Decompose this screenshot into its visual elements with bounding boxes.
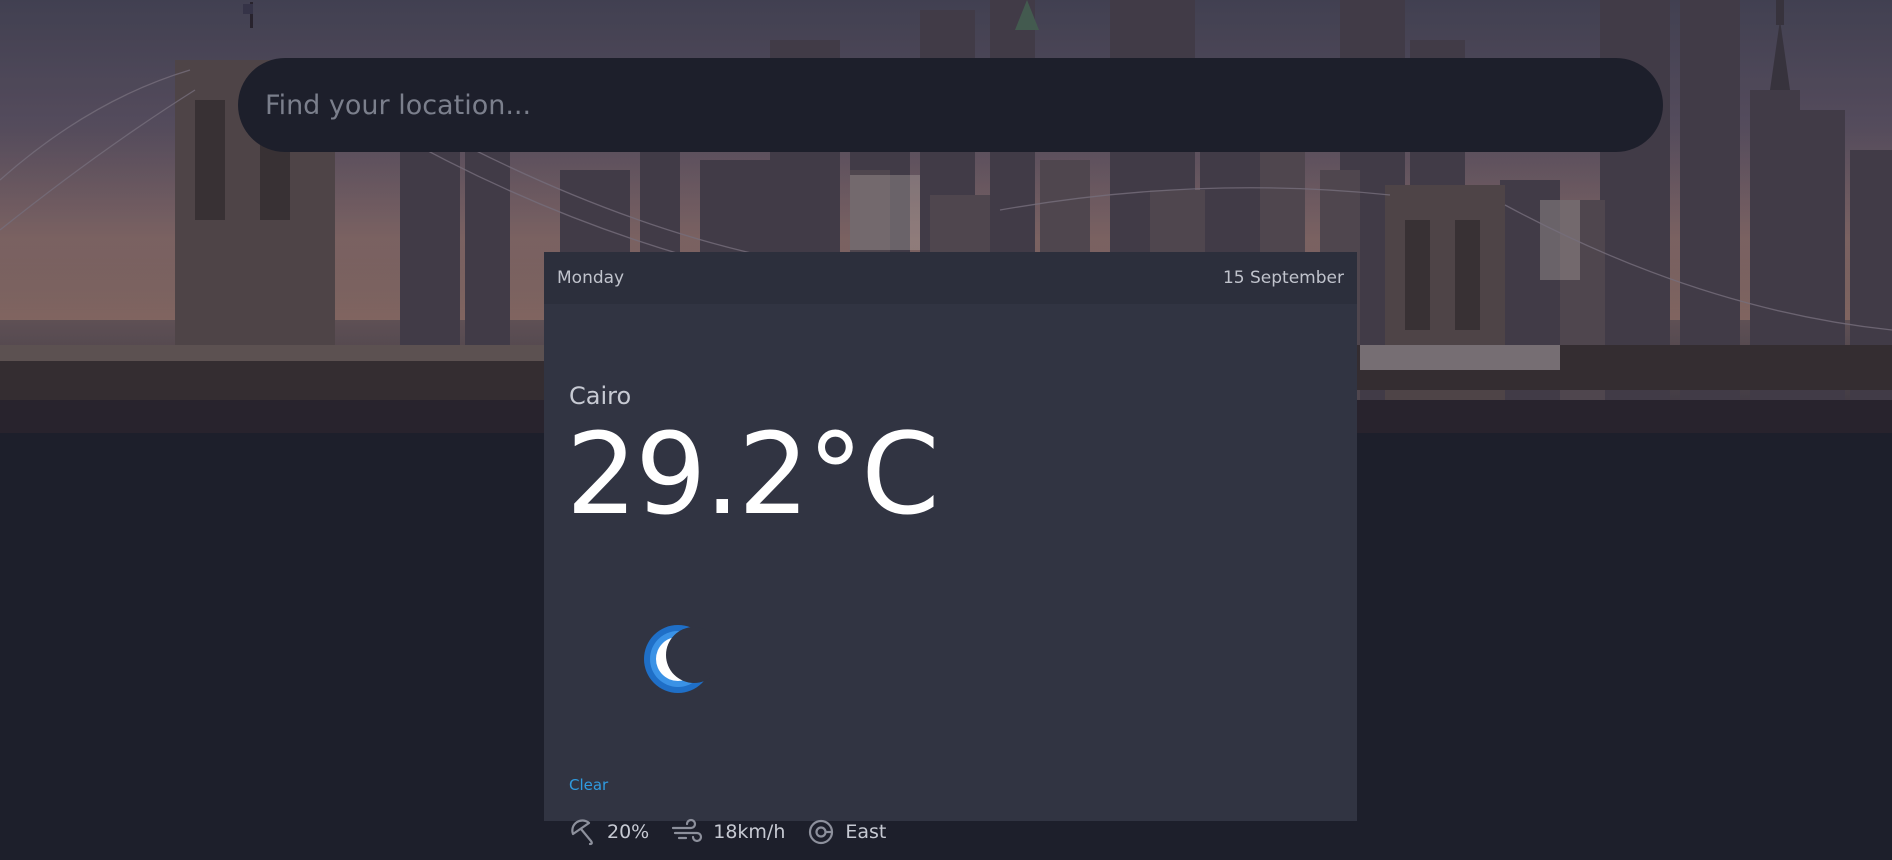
city-name: Cairo — [569, 382, 632, 410]
wind-direction-value: East — [845, 821, 887, 843]
wind-direction-stat: East — [807, 818, 886, 846]
weather-stats: 20% 18km/h East — [569, 818, 908, 846]
weather-app: Monday 15 September Cairo 29.2°C Clear — [0, 0, 1892, 860]
wind-speed-value: 18km/h — [713, 821, 786, 843]
condition-text: Clear — [569, 776, 609, 794]
location-search-bar[interactable] — [238, 58, 1663, 152]
rain-chance-stat: 20% — [569, 818, 649, 846]
compass-icon — [809, 819, 834, 845]
rain-chance-value: 20% — [607, 821, 650, 843]
card-body: Cairo 29.2°C Clear 20% 18km/h East — [544, 304, 1357, 846]
wind-speed-stat: 18km/h — [671, 818, 785, 846]
weather-card: Monday 15 September Cairo 29.2°C Clear 2… — [544, 252, 1357, 846]
current-temperature: 29.2°C — [566, 410, 940, 540]
date-label: 15 September — [1222, 268, 1344, 288]
card-header: Monday 15 September — [544, 252, 1357, 304]
moon-icon — [644, 622, 722, 700]
umbrella-icon — [571, 819, 593, 846]
wind-icon — [672, 818, 703, 843]
day-label: Monday — [557, 268, 625, 288]
location-search-input[interactable] — [263, 88, 1638, 122]
